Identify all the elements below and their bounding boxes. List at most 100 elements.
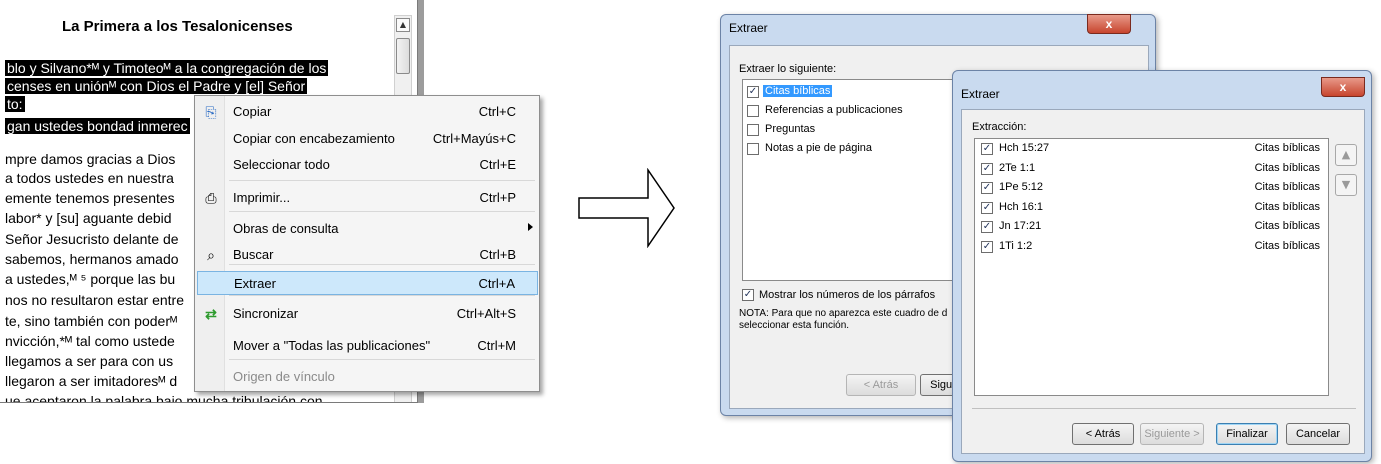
menu-item-label: Imprimir...: [233, 190, 291, 205]
menu-item-shortcut: Ctrl+B: [479, 247, 516, 262]
cancel-button[interactable]: Cancelar: [1286, 423, 1350, 445]
option-checkbox[interactable]: [747, 105, 759, 117]
section-label: Extraer lo siguiente:: [739, 63, 837, 75]
verse-line: llegaron a ser imitadoresᴹ d: [5, 373, 178, 389]
extraction-checkbox[interactable]: ✓: [981, 201, 993, 214]
menu-item-label: Origen de vínculo: [233, 369, 335, 384]
verse-line: sabemos, hermanos amado: [5, 251, 179, 267]
move-down-arrow-icon[interactable]: ▼: [1335, 174, 1357, 196]
option-checkbox[interactable]: [747, 143, 759, 155]
extraction-ref: Hch 15:27: [999, 142, 1050, 154]
back-button[interactable]: < Atrás: [846, 374, 916, 396]
menu-item-shortcut: Ctrl+Alt+S: [456, 306, 516, 321]
extraction-type: Citas bíblicas: [1254, 200, 1320, 213]
scroll-up-arrow-icon[interactable]: ▲: [396, 18, 410, 32]
extraction-ref: 1Ti 1:2: [999, 239, 1033, 252]
verse-line: a todos ustedes en nuestra: [5, 170, 174, 186]
options-list: ✓ Citas bíblicas Referencias a publicacion…: [742, 79, 962, 281]
menu-item-sincronizar[interactable]: ⇄ Sincronizar Ctrl+Alt+S: [197, 302, 538, 326]
verse-line: mpre damos gracias a Dios: [5, 151, 176, 167]
menu-separator: [229, 211, 535, 212]
menu-item-imprimir[interactable]: ⎙ Imprimir... Ctrl+P: [197, 186, 538, 210]
menu-item-label: Copiar: [233, 104, 272, 119]
menu-item-obras-de-consulta[interactable]: Obras de consulta: [197, 217, 538, 241]
close-icon[interactable]: x: [1087, 14, 1131, 34]
menu-item-copiar[interactable]: ⎘ Copiar Ctrl+C: [197, 100, 538, 124]
menu-separator: [229, 359, 535, 360]
book-title: La Primera a los Tesalonicenses: [62, 18, 293, 35]
move-up-arrow-icon[interactable]: ▲: [1335, 144, 1357, 166]
extraction-type: Citas bíblicas: [1254, 161, 1320, 174]
dialog-title: Extraer: [729, 21, 768, 35]
verse-line: censes en uniónᴹ con Dios el Padre y [el…: [5, 78, 308, 94]
menu-item-label: Sincronizar: [233, 306, 299, 321]
context-menu: ⎘ Copiar Ctrl+C Copiar con encabezamiento Ct…: [194, 95, 540, 392]
extraction-ref: Jn 17:21: [999, 220, 1042, 232]
note-text: NOTA: Para que no aparezca este cuadro d…: [739, 308, 948, 319]
verse-line: ue aceptaron la palabra bajo mucha tribu…: [5, 393, 323, 403]
verse-line: a ustedes,ᴹ ⁵ porque las bu: [5, 271, 176, 287]
verse-line: te, sino también con poderᴹ: [5, 313, 178, 329]
extraction-type: Citas bíblicas: [1254, 181, 1320, 193]
option-label[interactable]: Preguntas: [763, 123, 817, 135]
extraction-checkbox[interactable]: ✓: [981, 162, 993, 175]
section-label-2: Extracción:: [972, 121, 1027, 133]
verse-line: gan ustedes bondad inmerec: [5, 118, 190, 134]
menu-item-shortcut: Ctrl+E: [479, 157, 516, 172]
menu-item-origen-de-v-nculo[interactable]: Origen de vínculo: [197, 365, 538, 389]
extraction-type: Citas bíblicas: [1254, 239, 1320, 252]
menu-item-buscar[interactable]: ⌕ Buscar Ctrl+B: [197, 243, 538, 267]
extraction-checkbox[interactable]: ✓: [981, 221, 993, 233]
show-numbers-label: Mostrar los números de los párrafos: [759, 289, 936, 301]
menu-item-shortcut: Ctrl+M: [477, 338, 516, 353]
next-button-2[interactable]: Siguiente >: [1140, 423, 1204, 445]
option-checkbox[interactable]: [747, 124, 759, 136]
menu-item-shortcut: Ctrl+P: [479, 190, 516, 205]
menu-item-label: Extraer: [234, 276, 276, 291]
extraction-checkbox[interactable]: ✓: [981, 182, 993, 194]
extract-dialog-front: Extraer x Extracción: ✓ Hch 15:27 Citas bí…: [952, 70, 1372, 462]
extraction-checkbox[interactable]: ✓: [981, 240, 993, 253]
menu-item-shortcut: Ctrl+Mayús+C: [432, 131, 516, 146]
menu-separator: [229, 180, 535, 181]
note-text-2: seleccionar esta función.: [739, 320, 850, 331]
option-label[interactable]: Citas bíblicas: [763, 85, 833, 97]
printer-icon: ⎙: [205, 190, 217, 206]
scroll-thumb[interactable]: [396, 38, 410, 74]
sync-icon: ⇄: [205, 306, 217, 322]
menu-item-label: Buscar: [233, 247, 274, 262]
menu-item-copiar-con-encabezamiento[interactable]: Copiar con encabezamiento Ctrl+Mayús+C: [197, 127, 538, 151]
extraction-ref: 2Te 1:1: [999, 161, 1036, 174]
search-icon: ⌕: [207, 247, 215, 263]
show-numbers-checkbox[interactable]: ✓: [742, 289, 754, 301]
menu-item-extraer[interactable]: Extraer Ctrl+A: [197, 271, 538, 295]
verse-line: Señor Jesucristo delante de: [5, 231, 179, 247]
menu-item-label: Obras de consulta: [233, 221, 339, 236]
verse-line: llegamos a ser para con us: [5, 353, 174, 369]
right-arrow-icon: [578, 168, 675, 248]
option-checkbox[interactable]: ✓: [747, 86, 759, 98]
copy-icon: ⎘: [205, 104, 217, 120]
extraction-ref: 1Pe 5:12: [999, 181, 1044, 193]
menu-item-label: Seleccionar todo: [233, 157, 330, 172]
extraction-checkbox[interactable]: ✓: [981, 143, 993, 155]
menu-item-seleccionar-todo[interactable]: Seleccionar todo Ctrl+E: [197, 153, 538, 177]
menu-item-mover-a-todas-las-publicaciones[interactable]: Mover a "Todas las publicaciones" Ctrl+M: [197, 334, 538, 358]
verse-line: labor* y [su] aguante debid: [5, 210, 172, 226]
menu-item-label: Mover a "Todas las publicaciones": [233, 338, 431, 353]
option-label[interactable]: Notas a pie de página: [763, 142, 874, 154]
extraction-ref: Hch 16:1: [999, 200, 1044, 213]
verse-line: emente tenemos presentes: [5, 190, 175, 206]
menu-item-shortcut: Ctrl+C: [478, 104, 516, 119]
divider: [972, 408, 1356, 409]
dialog-title-2: Extraer: [961, 87, 1000, 101]
close-icon-2[interactable]: x: [1321, 77, 1365, 97]
menu-separator: [229, 295, 535, 296]
extraction-type: Citas bíblicas: [1254, 142, 1320, 154]
option-label[interactable]: Referencias a publicaciones: [763, 104, 905, 116]
back-button-2[interactable]: < Atrás: [1072, 423, 1134, 445]
extraction-list: ✓ Hch 15:27 Citas bíblicas ✓ 2Te 1:1 Citas bí…: [974, 138, 1329, 396]
menu-item-shortcut: Ctrl+A: [478, 276, 515, 291]
verse-line: nvicción,*ᴹ tal como ustede: [5, 333, 175, 349]
finish-button[interactable]: Finalizar: [1216, 423, 1278, 445]
